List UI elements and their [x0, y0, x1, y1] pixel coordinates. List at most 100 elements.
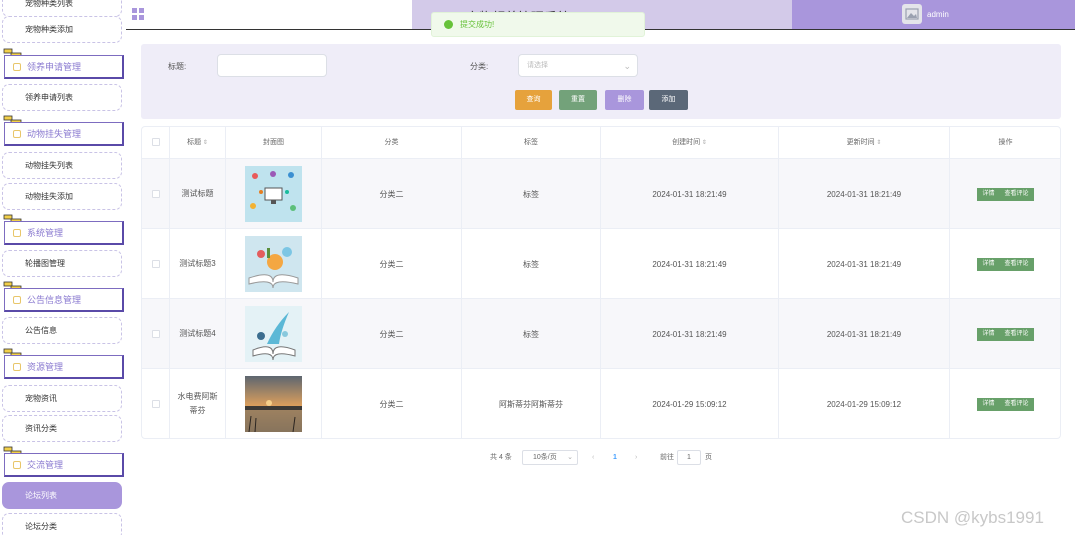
cell-category: 分类二 — [322, 159, 462, 229]
chevron-down-icon: ⌄ — [567, 454, 573, 461]
sidebar-item-12[interactable]: 宠物资讯 — [2, 385, 122, 412]
page-number-current[interactable]: 1 — [613, 450, 617, 466]
cell-category: 分类二 — [322, 299, 462, 369]
cell-tag: 阿斯蒂芬阿斯蒂芬 — [462, 369, 601, 438]
page-size-select[interactable]: 10条/页 ⌄ — [522, 450, 578, 465]
title-text: 测试标题3 — [179, 259, 216, 268]
sidebar-group-14[interactable]: 交流管理 — [4, 453, 124, 477]
view-comments-button[interactable]: 查看评论 — [999, 257, 1034, 271]
cover-image[interactable] — [245, 166, 302, 222]
row-checkbox[interactable] — [151, 330, 160, 338]
created-text: 2024-01-29 15:09:12 — [652, 399, 727, 409]
username[interactable]: admin — [927, 10, 949, 19]
cell-title: 测试标题3 — [170, 229, 226, 299]
cover-image[interactable] — [245, 236, 302, 292]
detail-button[interactable]: 详情 — [977, 187, 1000, 201]
sidebar-item-6[interactable]: 动物挂失添加 — [2, 183, 122, 210]
sidebar-item-label: 资讯分类 — [25, 424, 57, 433]
sidebar-item-13[interactable]: 资讯分类 — [2, 415, 122, 442]
sidebar-group-2[interactable]: 领养申请管理 — [4, 55, 124, 79]
menu-group-icon — [13, 296, 21, 304]
category-select[interactable]: 请选择 ⌄ — [518, 54, 638, 77]
sort-icon[interactable]: ⇕ — [875, 140, 881, 146]
sidebar-item-0[interactable]: 宠物种类列表 — [2, 0, 122, 17]
cell-category: 分类二 — [322, 229, 462, 299]
cover-image[interactable] — [245, 376, 302, 432]
cell-actions: 详情 查看评论 — [950, 369, 1060, 438]
cell-updated: 2024-01-31 18:21:49 — [779, 159, 950, 229]
select-all-checkbox[interactable] — [151, 138, 160, 147]
updated-text: 2024-01-31 18:21:49 — [826, 189, 902, 199]
sidebar-item-label: 论坛列表 — [25, 491, 57, 500]
add-button[interactable]: 添加 — [649, 90, 688, 110]
column-header-1[interactable]: 标题 ⇕ — [170, 127, 226, 159]
cell-category: 分类二 — [322, 369, 462, 438]
column-header-6[interactable]: 更新时间 ⇕ — [779, 127, 950, 159]
column-header-2: 封面图 — [226, 127, 322, 159]
detail-button[interactable]: 详情 — [977, 397, 1000, 411]
search-panel: 标题: 分类: 请选择 ⌄ 查询 重置 删除 添加 — [141, 44, 1061, 119]
category-label: 分类: — [470, 62, 489, 71]
prev-page-button[interactable]: ‹ — [592, 450, 594, 466]
updated-text: 2024-01-31 18:21:49 — [826, 329, 902, 339]
cover-image[interactable] — [245, 306, 302, 362]
sidebar-item-8[interactable]: 轮播图管理 — [2, 250, 122, 277]
view-comments-button[interactable]: 查看评论 — [999, 397, 1034, 411]
sidebar-item-label: 宠物种类列表 — [25, 0, 73, 8]
created-text: 2024-01-31 18:21:49 — [652, 189, 727, 199]
column-header-label: 标题 — [187, 139, 202, 146]
sidebar-item-16[interactable]: 论坛分类 — [2, 513, 122, 535]
title-text: 水电费阿斯蒂芬 — [177, 392, 218, 415]
sidebar-group-4[interactable]: 动物挂失管理 — [4, 122, 124, 146]
row-checkbox[interactable] — [151, 260, 160, 268]
cell-created: 2024-01-31 18:21:49 — [601, 229, 779, 299]
sidebar-group-11[interactable]: 资源管理 — [4, 355, 124, 379]
cell-cover — [226, 299, 322, 369]
tag-text: 阿斯蒂芬阿斯蒂芬 — [499, 399, 563, 409]
cell-select — [142, 229, 170, 299]
delete-button[interactable]: 删除 — [605, 90, 644, 110]
category-text: 分类二 — [379, 329, 404, 339]
sort-icon[interactable]: ⇕ — [700, 140, 707, 146]
column-header-0[interactable] — [142, 127, 170, 159]
watermark: CSDN @kybs1991 — [901, 508, 1044, 527]
sidebar-item-1[interactable]: 宠物种类添加 — [2, 16, 122, 43]
column-header-label: 封面图 — [263, 139, 284, 146]
updated-text: 2024-01-29 15:09:12 — [826, 399, 902, 409]
view-comments-button[interactable]: 查看评论 — [999, 187, 1034, 201]
row-checkbox[interactable] — [151, 190, 160, 198]
toast-message: 提交成功! — [460, 20, 495, 29]
avatar[interactable] — [902, 4, 922, 24]
forum-table: 标题 ⇕ 封面图 分类 标签 创建时间 ⇕ 更新时间 ⇕ 操作 测试标题 分类二 标签 2024-0… — [141, 126, 1061, 439]
title-search-input[interactable] — [217, 54, 327, 77]
cell-cover — [226, 369, 322, 438]
sidebar-item-label: 动物挂失管理 — [27, 129, 82, 139]
column-header-5[interactable]: 创建时间 ⇕ — [601, 127, 779, 159]
cell-cover — [226, 159, 322, 229]
next-page-button[interactable]: › — [635, 450, 637, 466]
cell-select — [142, 299, 170, 369]
detail-button[interactable]: 详情 — [977, 327, 1000, 341]
table-row: 测试标题3 分类二 标签 2024-01-31 18:21:49 2024-01-31 … — [142, 229, 1060, 299]
sidebar-item-10[interactable]: 公告信息 — [2, 317, 122, 344]
title-text: 测试标题4 — [179, 329, 216, 338]
sidebar-item-label: 动物挂失列表 — [25, 161, 73, 170]
row-checkbox[interactable] — [151, 400, 160, 408]
reset-button[interactable]: 重置 — [559, 90, 597, 110]
sidebar-group-7[interactable]: 系统管理 — [4, 221, 124, 245]
sidebar-item-3[interactable]: 领养申请列表 — [2, 84, 122, 111]
sidebar-group-9[interactable]: 公告信息管理 — [4, 288, 124, 312]
sort-icon[interactable]: ⇕ — [201, 140, 208, 146]
goto-page-input[interactable]: 1 — [677, 450, 701, 465]
title-label: 标题: — [168, 62, 187, 71]
tag-text: 标签 — [523, 329, 539, 339]
query-button[interactable]: 查询 — [515, 90, 552, 110]
grid-menu-icon[interactable] — [132, 8, 145, 21]
sidebar-item-5[interactable]: 动物挂失列表 — [2, 152, 122, 179]
cell-title: 测试标题 — [170, 159, 226, 229]
sidebar-item-15[interactable]: 论坛列表 — [2, 482, 122, 509]
view-comments-button[interactable]: 查看评论 — [999, 327, 1034, 341]
column-header-label: 更新时间 — [846, 139, 875, 146]
sidebar-item-label: 公告信息 — [25, 326, 57, 335]
detail-button[interactable]: 详情 — [977, 257, 1000, 271]
